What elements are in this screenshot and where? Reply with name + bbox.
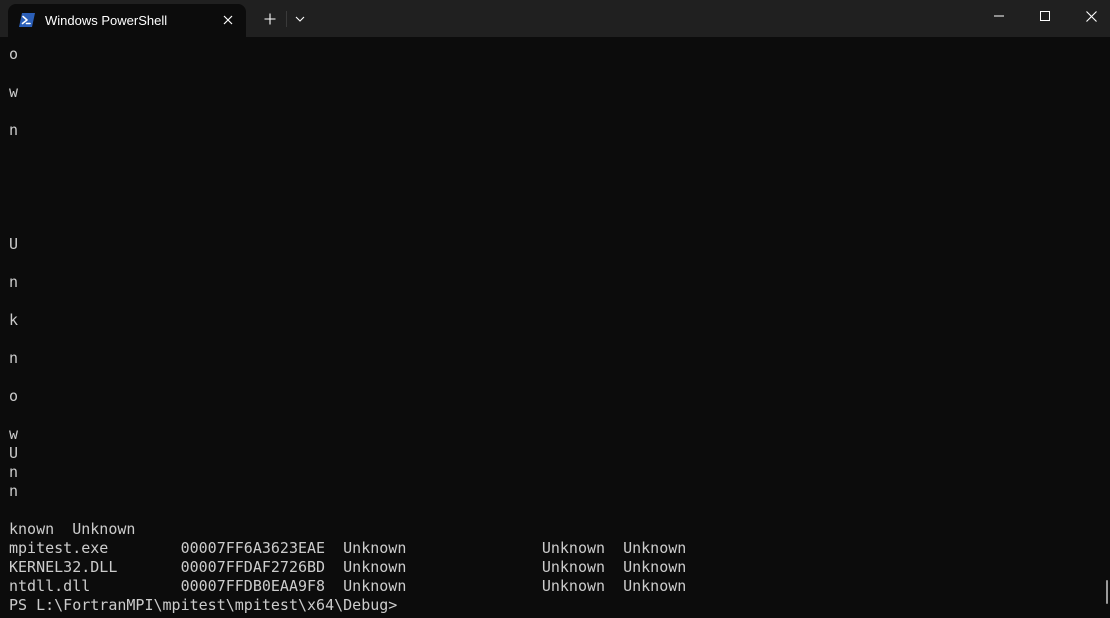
console-line: w xyxy=(9,425,19,443)
scrollbar-thumb[interactable] xyxy=(1106,580,1108,604)
console-line: n xyxy=(9,273,19,291)
console-line: o xyxy=(9,387,19,405)
console-line: n xyxy=(9,463,19,481)
new-tab-button[interactable] xyxy=(258,7,282,31)
minimize-icon xyxy=(994,11,1004,21)
maximize-icon xyxy=(1040,11,1050,21)
command-prompt[interactable]: PS L:\FortranMPI\mpitest\mpitest\x64\Deb… xyxy=(9,596,397,615)
console-line: U xyxy=(9,235,19,253)
console-line: o xyxy=(9,45,19,63)
console-line: n xyxy=(9,482,19,500)
console-line: U xyxy=(9,444,19,462)
plus-icon xyxy=(264,13,276,25)
console-line: mpitest.exe 00007FF6A3623EAE Unknown Unk… xyxy=(9,539,687,557)
console-line: k xyxy=(9,311,19,329)
terminal-output[interactable]: o w n U n k n o w U n n known Unknown mp… xyxy=(0,37,1110,618)
tab-windows-powershell[interactable]: Windows PowerShell xyxy=(8,4,246,37)
chevron-down-icon xyxy=(295,16,305,22)
powershell-icon xyxy=(19,13,35,27)
console-line: ntdll.dll 00007FFDB0EAA9F8 Unknown Unkno… xyxy=(9,577,687,595)
title-bar: Windows PowerShell xyxy=(0,0,1110,37)
maximize-button[interactable] xyxy=(1022,0,1068,32)
tab-title: Windows PowerShell xyxy=(45,13,168,28)
tab-dropdown-button[interactable] xyxy=(290,7,310,31)
close-icon xyxy=(1085,10,1097,22)
minimize-button[interactable] xyxy=(976,0,1022,32)
close-window-button[interactable] xyxy=(1068,0,1110,32)
console-line: n xyxy=(9,121,19,139)
console-line: KERNEL32.DLL 00007FFDAF2726BD Unknown Un… xyxy=(9,558,687,576)
close-tab-icon[interactable] xyxy=(220,12,236,28)
console-line: n xyxy=(9,349,19,367)
console-line: w xyxy=(9,83,19,101)
titlebar-divider xyxy=(286,11,287,27)
console-line: known Unknown xyxy=(9,520,136,538)
